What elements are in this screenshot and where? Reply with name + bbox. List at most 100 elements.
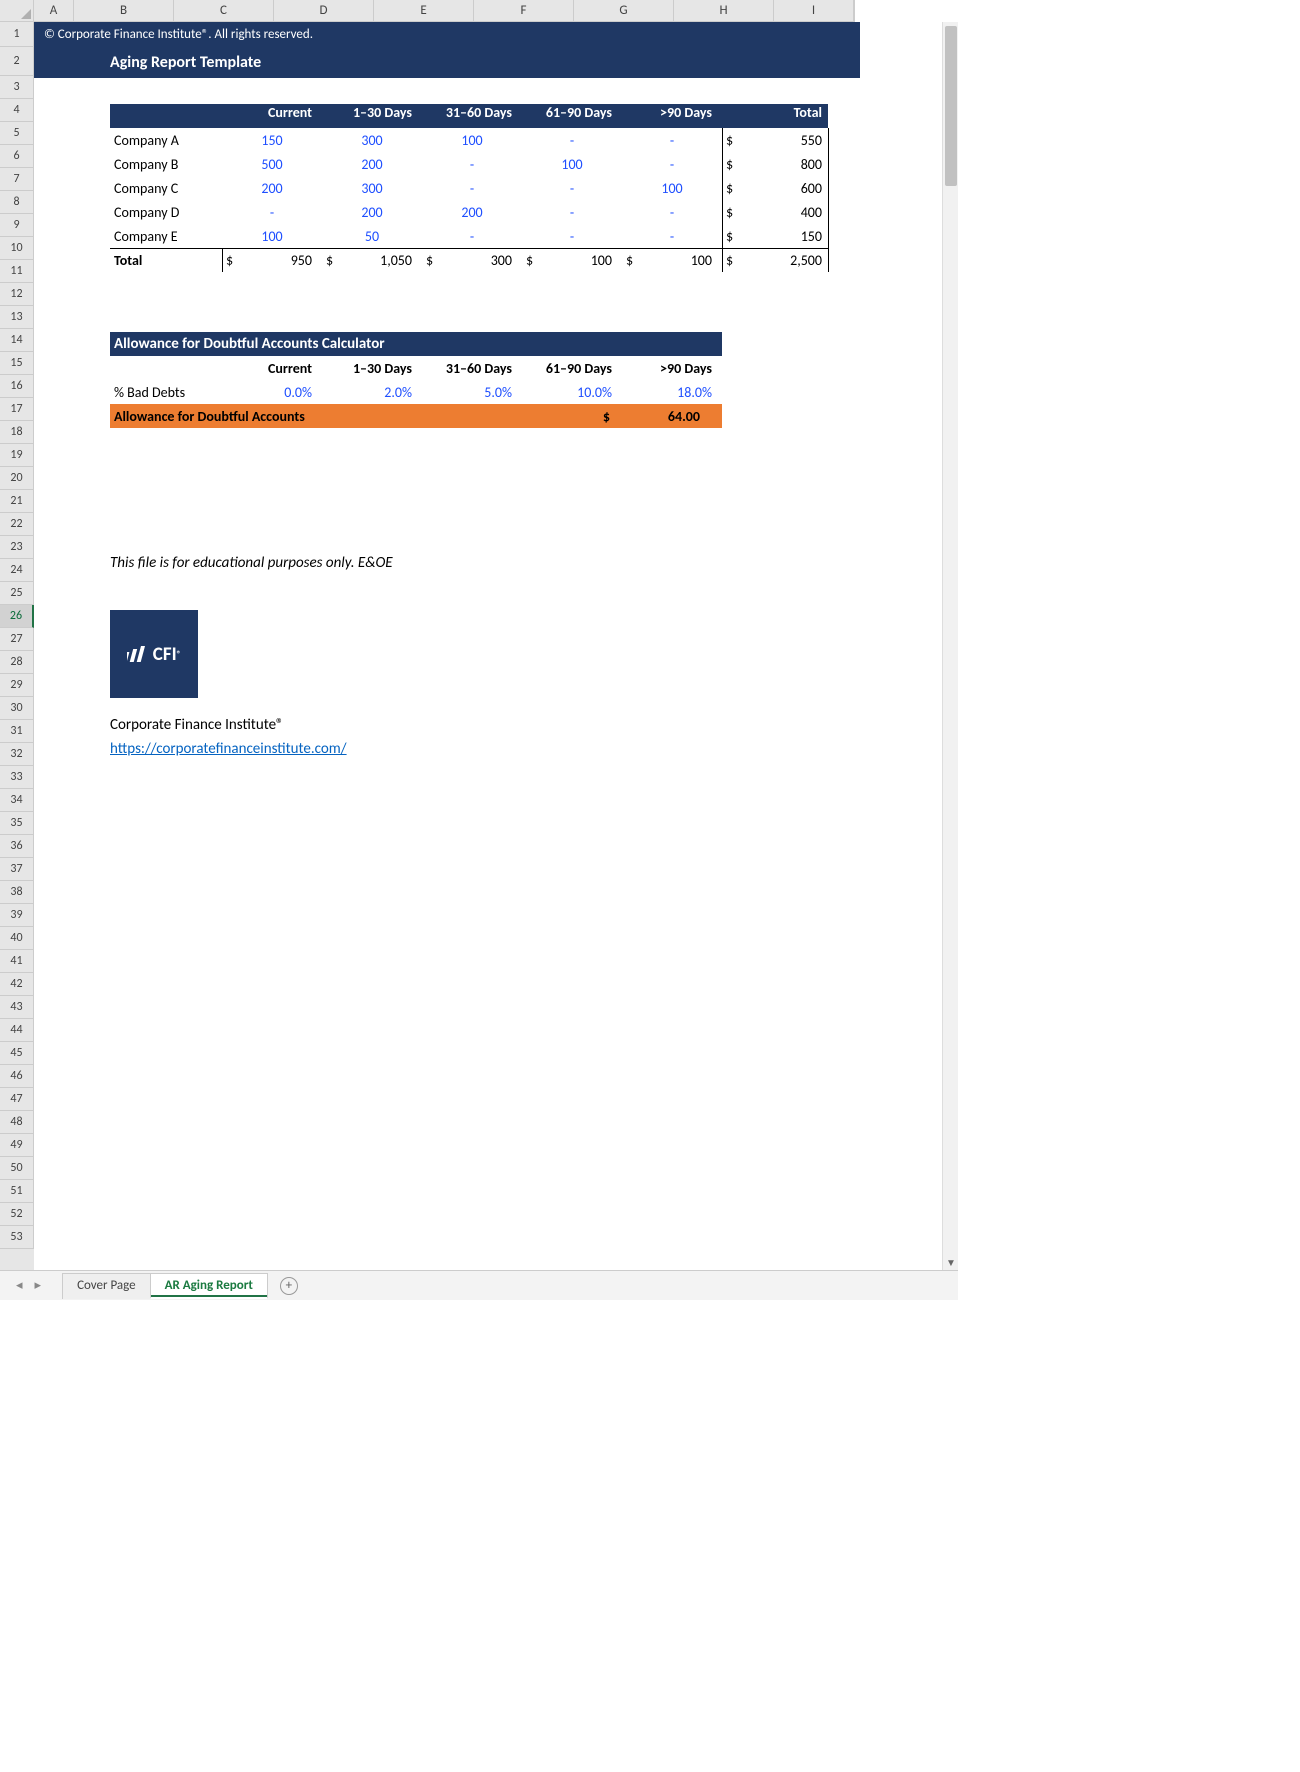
dollar-sign: $ (322, 252, 340, 269)
row-header-39[interactable]: 39 (0, 904, 34, 927)
column-header-E[interactable]: E (374, 0, 474, 22)
row-header-47[interactable]: 47 (0, 1088, 34, 1111)
row-header-29[interactable]: 29 (0, 674, 34, 697)
column-header-C[interactable]: C (174, 0, 274, 22)
row-header-31[interactable]: 31 (0, 720, 34, 743)
organization-name: Corporate Finance Institute® (110, 716, 284, 734)
allowance-columns: Current 1–30 Days 31–60 Days 61–90 Days … (110, 356, 722, 380)
row-header-27[interactable]: 27 (0, 628, 34, 651)
row-header-38[interactable]: 38 (0, 881, 34, 904)
column-header-H[interactable]: H (674, 0, 774, 22)
row-header-25[interactable]: 25 (0, 582, 34, 605)
allowance-bad-debts-row: % Bad Debts 0.0% 2.0% 5.0% 10.0% 18.0% (110, 380, 722, 404)
bad-debt-90p: 18.0% (622, 384, 722, 401)
allowance-output-row: Allowance for Doubtful Accounts $ 64.00 (110, 404, 722, 428)
organization-url[interactable]: https://corporatefinanceinstitute.com/ (110, 740, 347, 758)
row-header-32[interactable]: 32 (0, 743, 34, 766)
row-header-36[interactable]: 36 (0, 835, 34, 858)
row-header-5[interactable]: 5 (0, 122, 34, 145)
row-header-14[interactable]: 14 (0, 329, 34, 352)
add-sheet-button[interactable]: + (280, 1277, 298, 1295)
column-header-B[interactable]: B (74, 0, 174, 22)
row-header-46[interactable]: 46 (0, 1065, 34, 1088)
allow-col-90p: >90 Days (622, 360, 722, 377)
row-header-37[interactable]: 37 (0, 858, 34, 881)
col-total: Total (722, 104, 828, 128)
cfi-logo: CFI® (110, 610, 198, 698)
row-total: 400 (740, 204, 828, 221)
column-header-D[interactable]: D (274, 0, 374, 22)
column-header-row: ABCDEFGHI (0, 0, 958, 22)
dollar-sign: $ (722, 156, 740, 173)
row-header-40[interactable]: 40 (0, 927, 34, 950)
row-header-10[interactable]: 10 (0, 237, 34, 260)
scroll-thumb[interactable] (945, 26, 957, 186)
row-header-48[interactable]: 48 (0, 1111, 34, 1134)
row-header-22[interactable]: 22 (0, 513, 34, 536)
column-header-F[interactable]: F (474, 0, 574, 22)
row-header-30[interactable]: 30 (0, 697, 34, 720)
row-header-17[interactable]: 17 (0, 398, 34, 421)
sheet-tab[interactable]: AR Aging Report (150, 1273, 268, 1299)
row-header-50[interactable]: 50 (0, 1157, 34, 1180)
row-header-44[interactable]: 44 (0, 1019, 34, 1042)
column-header-A[interactable]: A (34, 0, 74, 22)
row-header-34[interactable]: 34 (0, 789, 34, 812)
dollar-sign: $ (622, 252, 640, 269)
row-header-52[interactable]: 52 (0, 1203, 34, 1226)
row-header-13[interactable]: 13 (0, 306, 34, 329)
row-header-19[interactable]: 19 (0, 444, 34, 467)
row-header-51[interactable]: 51 (0, 1180, 34, 1203)
row-header-9[interactable]: 9 (0, 214, 34, 237)
dollar-sign: $ (222, 252, 240, 269)
bad-debt-1-30: 2.0% (322, 384, 422, 401)
row-header-6[interactable]: 6 (0, 145, 34, 168)
row-header-11[interactable]: 11 (0, 260, 34, 283)
row-header-24[interactable]: 24 (0, 559, 34, 582)
row-header-21[interactable]: 21 (0, 490, 34, 513)
row-header-3[interactable]: 3 (0, 76, 34, 99)
col-current: Current (222, 104, 322, 128)
row-header-23[interactable]: 23 (0, 536, 34, 559)
row-header-15[interactable]: 15 (0, 352, 34, 375)
row-header-8[interactable]: 8 (0, 191, 34, 214)
col-31-60: 31–60 Days (422, 104, 522, 128)
column-total: 950 (240, 252, 322, 269)
company-name: Company E (110, 228, 222, 245)
row-header-1[interactable]: 1 (0, 22, 34, 47)
vertical-scrollbar[interactable]: ▲ ▼ (942, 22, 958, 1270)
allow-col-61-90: 61–90 Days (522, 360, 622, 377)
scroll-down-icon[interactable]: ▼ (943, 1254, 959, 1270)
aging-value: 100 (622, 180, 722, 197)
row-header-41[interactable]: 41 (0, 950, 34, 973)
row-header-12[interactable]: 12 (0, 283, 34, 306)
column-header-G[interactable]: G (574, 0, 674, 22)
row-header-28[interactable]: 28 (0, 651, 34, 674)
row-header-20[interactable]: 20 (0, 467, 34, 490)
row-header-4[interactable]: 4 (0, 99, 34, 122)
row-header-53[interactable]: 53 (0, 1226, 34, 1249)
table-separator (222, 248, 223, 272)
tab-nav-next-icon[interactable]: ▸ (29, 1278, 48, 1293)
sheet-tab[interactable]: Cover Page (62, 1273, 151, 1299)
row-header-33[interactable]: 33 (0, 766, 34, 789)
column-header-I[interactable]: I (774, 0, 854, 22)
row-header-16[interactable]: 16 (0, 375, 34, 398)
row-header-35[interactable]: 35 (0, 812, 34, 835)
cell-grid[interactable]: © Corporate Finance Institute®. All righ… (34, 22, 958, 1270)
row-header-26[interactable]: 26 (0, 605, 34, 628)
bad-debt-31-60: 5.0% (422, 384, 522, 401)
row-header-7[interactable]: 7 (0, 168, 34, 191)
row-header-2[interactable]: 2 (0, 47, 34, 76)
row-header-18[interactable]: 18 (0, 421, 34, 444)
row-header-49[interactable]: 49 (0, 1134, 34, 1157)
select-all-corner[interactable] (0, 0, 34, 22)
row-header-45[interactable]: 45 (0, 1042, 34, 1065)
row-header-43[interactable]: 43 (0, 996, 34, 1019)
tab-nav-prev-icon[interactable]: ◂ (10, 1278, 29, 1293)
company-name: Company B (110, 156, 222, 173)
bad-debts-label: % Bad Debts (110, 384, 222, 401)
aging-value: - (522, 180, 622, 197)
row-header-42[interactable]: 42 (0, 973, 34, 996)
column-total: 100 (540, 252, 622, 269)
